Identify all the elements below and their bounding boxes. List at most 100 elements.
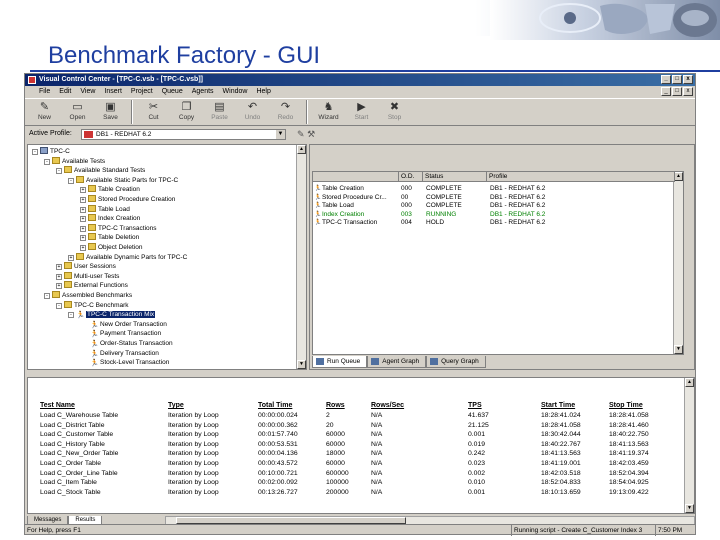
expand-icon[interactable]: +	[80, 197, 86, 203]
mdi-minimize-button[interactable]: _	[661, 87, 671, 96]
scroll-down-icon[interactable]: ▼	[685, 504, 694, 513]
scroll-thumb[interactable]	[176, 517, 406, 524]
run-queue-table[interactable]: ▲ ▼ O.D. Status Profile 🏃 Table Creation 000 C…	[312, 171, 684, 355]
expand-icon[interactable]: +	[56, 273, 62, 280]
results-row[interactable]: Load C_District Table Iteration by Loop 00…	[28, 421, 694, 430]
scroll-up-icon[interactable]: ▲	[674, 172, 683, 181]
expand-icon[interactable]: +	[80, 225, 86, 232]
menu-file[interactable]: File	[39, 86, 50, 97]
window-titlebar[interactable]: Visual Control Center - [TPC-C.vsb - [TP…	[25, 74, 695, 86]
tree-item[interactable]: + Multi-user Tests	[56, 271, 119, 281]
chevron-down-icon[interactable]: ▼	[276, 130, 285, 139]
collapse-icon[interactable]: -	[32, 149, 38, 155]
maximize-button[interactable]: □	[672, 75, 682, 84]
queue-row[interactable]: 🏃 Table Load 000 COMPLETE DB1 - REDHAT 6.2	[313, 202, 673, 210]
tree-item[interactable]: + TPC-C Transactions	[80, 223, 157, 233]
results-row[interactable]: Load C_Item Table Iteration by Loop 00:02:…	[28, 478, 694, 487]
expand-icon[interactable]: +	[80, 216, 86, 223]
undo-button[interactable]: ↶ Undo	[237, 99, 268, 125]
results-row[interactable]: Load C_History Table Iteration by Loop 00:…	[28, 440, 694, 449]
menu-queue[interactable]: Queue	[162, 86, 183, 97]
queue-row[interactable]: 🏃 TPC-C Transaction 004 HOLD DB1 - REDHAT 6.…	[313, 219, 673, 227]
collapse-icon[interactable]: -	[56, 168, 62, 175]
expand-icon[interactable]: +	[56, 283, 62, 290]
tree-item[interactable]: + Object Deletion	[80, 243, 142, 252]
queue-column-header[interactable]	[313, 172, 399, 182]
redo-button[interactable]: ↷ Redo	[270, 99, 301, 125]
results-row[interactable]: Load C_Warehouse Table Iteration by Loop 0…	[28, 411, 694, 420]
queue-row[interactable]: 🏃 Stored Procedure Cr... 00 COMPLETE DB1 - R…	[313, 194, 673, 202]
tree-scrollbar[interactable]: ▲ ▼	[296, 145, 306, 369]
expand-icon[interactable]: +	[80, 235, 86, 242]
project-tree[interactable]: ▲ ▼ - TPC-C - Available Tests - Available Sta…	[27, 144, 307, 370]
menu-edit[interactable]: Edit	[59, 86, 71, 97]
menu-project[interactable]: Project	[131, 86, 153, 97]
tab-agent-graph[interactable]: Agent Graph	[367, 356, 427, 368]
queue-column-header[interactable]: Status	[423, 172, 487, 182]
results-column-header[interactable]: Rows/Sec	[371, 402, 404, 409]
expand-icon[interactable]: +	[80, 187, 86, 194]
edit-profile-icon[interactable]: ✎	[297, 129, 305, 139]
tree-item[interactable]: 🏃New Order Transaction	[80, 320, 167, 329]
results-row[interactable]: Load C_Order Table Iteration by Loop 00:00…	[28, 459, 694, 468]
menu-insert[interactable]: Insert	[104, 86, 122, 97]
tree-item[interactable]: 🏃Stock-Level Transaction	[80, 358, 169, 368]
results-column-header[interactable]: Total Time	[258, 402, 292, 409]
results-row[interactable]: Load C_Customer Table Iteration by Loop 00…	[28, 430, 694, 439]
tree-item[interactable]: - TPC-C Benchmark	[56, 300, 129, 310]
collapse-icon[interactable]: -	[56, 302, 62, 309]
tree-item[interactable]: + Available Dynamic Parts for TPC-C	[68, 252, 187, 262]
tree-item[interactable]: + User Sessions	[56, 262, 116, 271]
results-column-header[interactable]: Rows	[326, 402, 345, 409]
queue-column-header[interactable]: O.D.	[399, 172, 423, 182]
menu-window[interactable]: Window	[223, 86, 248, 97]
results-column-header[interactable]: TPS	[468, 402, 482, 409]
tree-item[interactable]: + Table Deletion	[80, 233, 139, 242]
tree-item[interactable]: 🏃Payment Transaction	[80, 329, 161, 339]
tree-item[interactable]: - Available Standard Tests	[56, 166, 145, 175]
expand-icon[interactable]: +	[80, 206, 86, 213]
wizard-button[interactable]: ♞ Wizard	[313, 99, 344, 125]
menu-help[interactable]: Help	[256, 86, 270, 97]
copy-button[interactable]: ❐ Copy	[171, 99, 202, 125]
tree-item[interactable]: + Table Load	[80, 204, 130, 214]
queue-scrollbar[interactable]: ▲ ▼	[673, 172, 683, 354]
scroll-down-icon[interactable]: ▼	[674, 345, 683, 354]
results-panel[interactable]: Test Name Type Total Time Rows Rows/Sec TPS St…	[27, 377, 695, 514]
tree-item[interactable]: + Stored Procedure Creation	[80, 195, 175, 204]
minimize-button[interactable]: _	[661, 75, 671, 84]
tree-item[interactable]: - Available Static Parts for TPC-C	[68, 175, 178, 185]
scroll-up-icon[interactable]: ▲	[297, 145, 306, 154]
results-column-header[interactable]: Stop Time	[609, 402, 643, 409]
menu-agents[interactable]: Agents	[192, 86, 214, 97]
paste-button[interactable]: ▤ Paste	[204, 99, 235, 125]
tree-item[interactable]: 🏃Delivery Transaction	[80, 349, 159, 358]
queue-row[interactable]: 🏃 Index Creation 003 RUNNING DB1 - REDHAT 6.…	[313, 211, 673, 219]
tree-item[interactable]: - Available Tests	[44, 156, 105, 166]
results-row[interactable]: Load C_New_Order Table Iteration by Loop 0…	[28, 449, 694, 458]
expand-icon[interactable]: +	[68, 254, 74, 261]
mdi-maximize-button[interactable]: □	[672, 87, 682, 96]
collapse-icon[interactable]: -	[68, 312, 74, 319]
scroll-up-icon[interactable]: ▲	[685, 378, 694, 387]
collapse-icon[interactable]: -	[44, 158, 50, 165]
active-profile-select[interactable]: DB1 - REDHAT 6.2 ▼	[81, 129, 286, 140]
cut-button[interactable]: ✂ Cut	[138, 99, 169, 125]
results-row[interactable]: Load C_Stock Table Iteration by Loop 00:13…	[28, 488, 694, 497]
tree-item[interactable]: - Assembled Benchmarks	[44, 291, 132, 300]
results-row[interactable]: Load C_Order_Line Table Iteration by Loop…	[28, 469, 694, 478]
start-button[interactable]: ▶ Start	[346, 99, 377, 125]
profile-wizard-icon[interactable]: ⚒	[307, 129, 315, 139]
collapse-icon[interactable]: -	[44, 293, 50, 299]
queue-column-header[interactable]: Profile	[487, 172, 675, 182]
close-button[interactable]: x	[683, 75, 693, 84]
tree-item[interactable]: + Table Creation	[80, 185, 140, 194]
new-button[interactable]: ✎ New	[29, 99, 60, 125]
tree-item[interactable]: 🏃Order-Status Transaction	[80, 339, 173, 348]
tree-item[interactable]: + Index Creation	[80, 214, 140, 223]
tree-item[interactable]: - 🏃 TPC-C Transaction Mix	[68, 310, 156, 320]
scroll-down-icon[interactable]: ▼	[297, 360, 306, 369]
tree-item[interactable]: + External Functions	[56, 281, 128, 290]
results-column-header[interactable]: Test Name	[40, 402, 75, 409]
tab-run-queue[interactable]: Run Queue	[312, 356, 368, 368]
